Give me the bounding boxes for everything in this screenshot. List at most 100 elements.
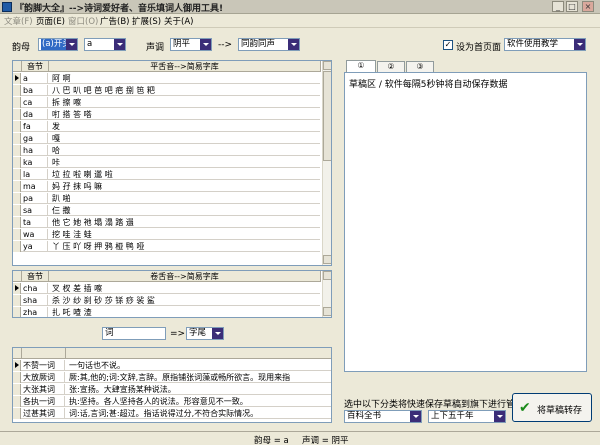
- table-row[interactable]: da 咑 搭 答 嗒: [13, 109, 320, 120]
- cell-first[interactable]: ta: [22, 217, 48, 228]
- table-row[interactable]: 过甚其词 词:话,言词;甚:超过。指话说得过分,不符合实际情况。: [13, 408, 331, 419]
- col-meaning[interactable]: [66, 348, 331, 359]
- cell-first[interactable]: sha: [22, 295, 48, 306]
- cell-first[interactable]: ka: [22, 157, 48, 168]
- table-row[interactable]: cha 叉 杈 差 插 嚓: [13, 283, 320, 294]
- scroll-down-button[interactable]: [323, 307, 331, 316]
- table-row[interactable]: 大放厥词 厥:其,他的;词:文辞,言辞。原指铺张词藻或畅所欲言。现用来指: [13, 372, 331, 383]
- table-row[interactable]: zha 扎 吒 喳 渣: [13, 307, 320, 317]
- cell-first[interactable]: ga: [22, 133, 48, 144]
- cell-second[interactable]: 妈 孖 抹 吗 嘛: [50, 181, 320, 192]
- cell-second[interactable]: 嘎: [50, 133, 320, 144]
- table-row[interactable]: fa 发: [13, 121, 320, 132]
- table-row[interactable]: 不赞一词 一句话也不说。: [13, 360, 331, 371]
- close-button[interactable]: ×: [582, 1, 594, 12]
- menu-ads[interactable]: 广告(B): [100, 15, 129, 27]
- cell-first[interactable]: pa: [22, 193, 48, 204]
- menu-about[interactable]: 关于(A): [164, 15, 193, 27]
- grid1-scrollbar[interactable]: [322, 61, 331, 265]
- row-indicator[interactable]: [13, 396, 21, 407]
- cell-first[interactable]: 过甚其词: [22, 408, 65, 419]
- cell-first[interactable]: la: [22, 169, 48, 180]
- cell-first[interactable]: ma: [22, 181, 48, 192]
- menu-page[interactable]: 页面(E): [36, 15, 65, 27]
- menu-window[interactable]: 窗口(O): [68, 15, 98, 27]
- row-indicator[interactable]: [13, 121, 21, 132]
- cell-second[interactable]: 垃 拉 啦 喇 邋 啦: [50, 169, 320, 180]
- table-row[interactable]: ya 丫 压 吖 呀 押 鸦 桠 鸭 哑: [13, 241, 320, 252]
- title-bar[interactable]: 『韵脚大全』-->诗词爱好者、音乐填词人御用工具! _ □ ×: [0, 0, 600, 14]
- table-row[interactable]: ba 八 巴 叭 吧 芭 吧 疤 捌 笆 粑: [13, 85, 320, 96]
- row-indicator[interactable]: [13, 169, 21, 180]
- cell-second[interactable]: 阿 啊: [50, 73, 320, 84]
- cell-first[interactable]: fa: [22, 121, 48, 132]
- cell-first[interactable]: sa: [22, 205, 48, 216]
- row-indicator[interactable]: [13, 408, 21, 419]
- col-syllable[interactable]: 音节: [22, 61, 49, 72]
- cell-second[interactable]: 丫 压 吖 呀 押 鸦 桠 鸭 哑: [50, 241, 320, 252]
- word-search-input[interactable]: 词: [102, 327, 166, 340]
- row-indicator[interactable]: [13, 283, 21, 294]
- menu-extend[interactable]: 扩展(S): [132, 15, 161, 27]
- cell-first[interactable]: 大张其词: [22, 384, 65, 395]
- table-row[interactable]: ca 拆 擦 嚓: [13, 97, 320, 108]
- row-indicator[interactable]: [13, 157, 21, 168]
- tab-3[interactable]: ③: [406, 61, 434, 72]
- cell-first[interactable]: ha: [22, 145, 48, 156]
- cell-second[interactable]: 咔: [50, 157, 320, 168]
- grid2-scrollbar[interactable]: [322, 271, 331, 317]
- tone-mode-select[interactable]: 同韵同声: [238, 38, 300, 51]
- table-row[interactable]: sa 仨 撒: [13, 205, 320, 216]
- tab-2[interactable]: ②: [377, 61, 405, 72]
- homepage-checkbox[interactable]: ✓: [443, 40, 453, 50]
- cell-first[interactable]: ba: [22, 85, 48, 96]
- col-syllable[interactable]: 音节: [22, 271, 49, 282]
- table-row[interactable]: ta 他 它 她 祂 塌 溻 踏 遢: [13, 217, 320, 228]
- save-draft-button[interactable]: ✔ 将草稿转存: [512, 393, 592, 422]
- maximize-button[interactable]: □: [566, 1, 578, 12]
- cell-second[interactable]: 拆 擦 嚓: [50, 97, 320, 108]
- draft-textarea[interactable]: 草稿区 / 软件每隔5秒钟将自动保存数据: [344, 72, 587, 372]
- row-indicator[interactable]: [13, 85, 21, 96]
- table-row[interactable]: la 垃 拉 啦 喇 邋 啦: [13, 169, 320, 180]
- cell-second[interactable]: 仨 撒: [50, 205, 320, 216]
- col-word[interactable]: [22, 348, 66, 359]
- row-indicator[interactable]: [13, 181, 21, 192]
- cell-second[interactable]: 执:坚持。各人坚持各人的说法。形容意见不一致。: [67, 396, 331, 407]
- cell-second[interactable]: 趴 啪: [50, 193, 320, 204]
- table-row[interactable]: ma 妈 孖 抹 吗 嘛: [13, 181, 320, 192]
- shengdiao-select[interactable]: 阴平: [170, 38, 212, 51]
- cell-second[interactable]: 杀 沙 纱 刹 砂 莎 铩 痧 裟 鲨: [50, 295, 320, 306]
- cell-first[interactable]: cha: [22, 283, 48, 294]
- row-indicator[interactable]: [13, 109, 21, 120]
- row-indicator[interactable]: [13, 217, 21, 228]
- table-row[interactable]: ka 咔: [13, 157, 320, 168]
- row-indicator[interactable]: [13, 193, 21, 204]
- scroll-up-button[interactable]: [323, 271, 331, 280]
- yunmu-mode-select[interactable]: (a)开头: [38, 38, 78, 51]
- row-indicator[interactable]: [13, 372, 21, 383]
- row-indicator[interactable]: [13, 145, 21, 156]
- cell-first[interactable]: ca: [22, 97, 48, 108]
- table-row[interactable]: 各执一词 执:坚持。各人坚持各人的说法。形容意见不一致。: [13, 396, 331, 407]
- table-row[interactable]: sha 杀 沙 纱 刹 砂 莎 铩 痧 裟 鲨: [13, 295, 320, 306]
- col-chars[interactable]: 平舌音-->简易字库: [49, 61, 321, 72]
- category2-select[interactable]: 上下五千年: [428, 410, 506, 423]
- cell-second[interactable]: 厥:其,他的;词:文辞,言辞。原指铺张词藻或畅所欲言。现用来指: [67, 372, 331, 383]
- position-select[interactable]: 字尾: [186, 327, 224, 340]
- cell-second[interactable]: 挖 哇 洼 蛙: [50, 229, 320, 240]
- table-row[interactable]: a阿 啊: [13, 73, 320, 84]
- table-row[interactable]: ha 哈: [13, 145, 320, 156]
- cell-second[interactable]: 词:话,言词;甚:超过。指话说得过分,不符合实际情况。: [67, 408, 331, 419]
- cell-second[interactable]: 发: [50, 121, 320, 132]
- cell-second[interactable]: 咑 搭 答 嗒: [50, 109, 320, 120]
- table-row[interactable]: wa 挖 哇 洼 蛙: [13, 229, 320, 240]
- cell-second[interactable]: 哈: [50, 145, 320, 156]
- col-chars[interactable]: 卷舌音-->简易字库: [49, 271, 321, 282]
- table-row[interactable]: 大张其词 张:宣扬。大肆宣扬某种说法。: [13, 384, 331, 395]
- row-indicator[interactable]: [13, 384, 21, 395]
- cell-first[interactable]: 大放厥词: [22, 372, 65, 383]
- cell-second[interactable]: 叉 杈 差 插 嚓: [50, 283, 320, 294]
- table-row[interactable]: pa 趴 啪: [13, 193, 320, 204]
- row-indicator[interactable]: [13, 229, 21, 240]
